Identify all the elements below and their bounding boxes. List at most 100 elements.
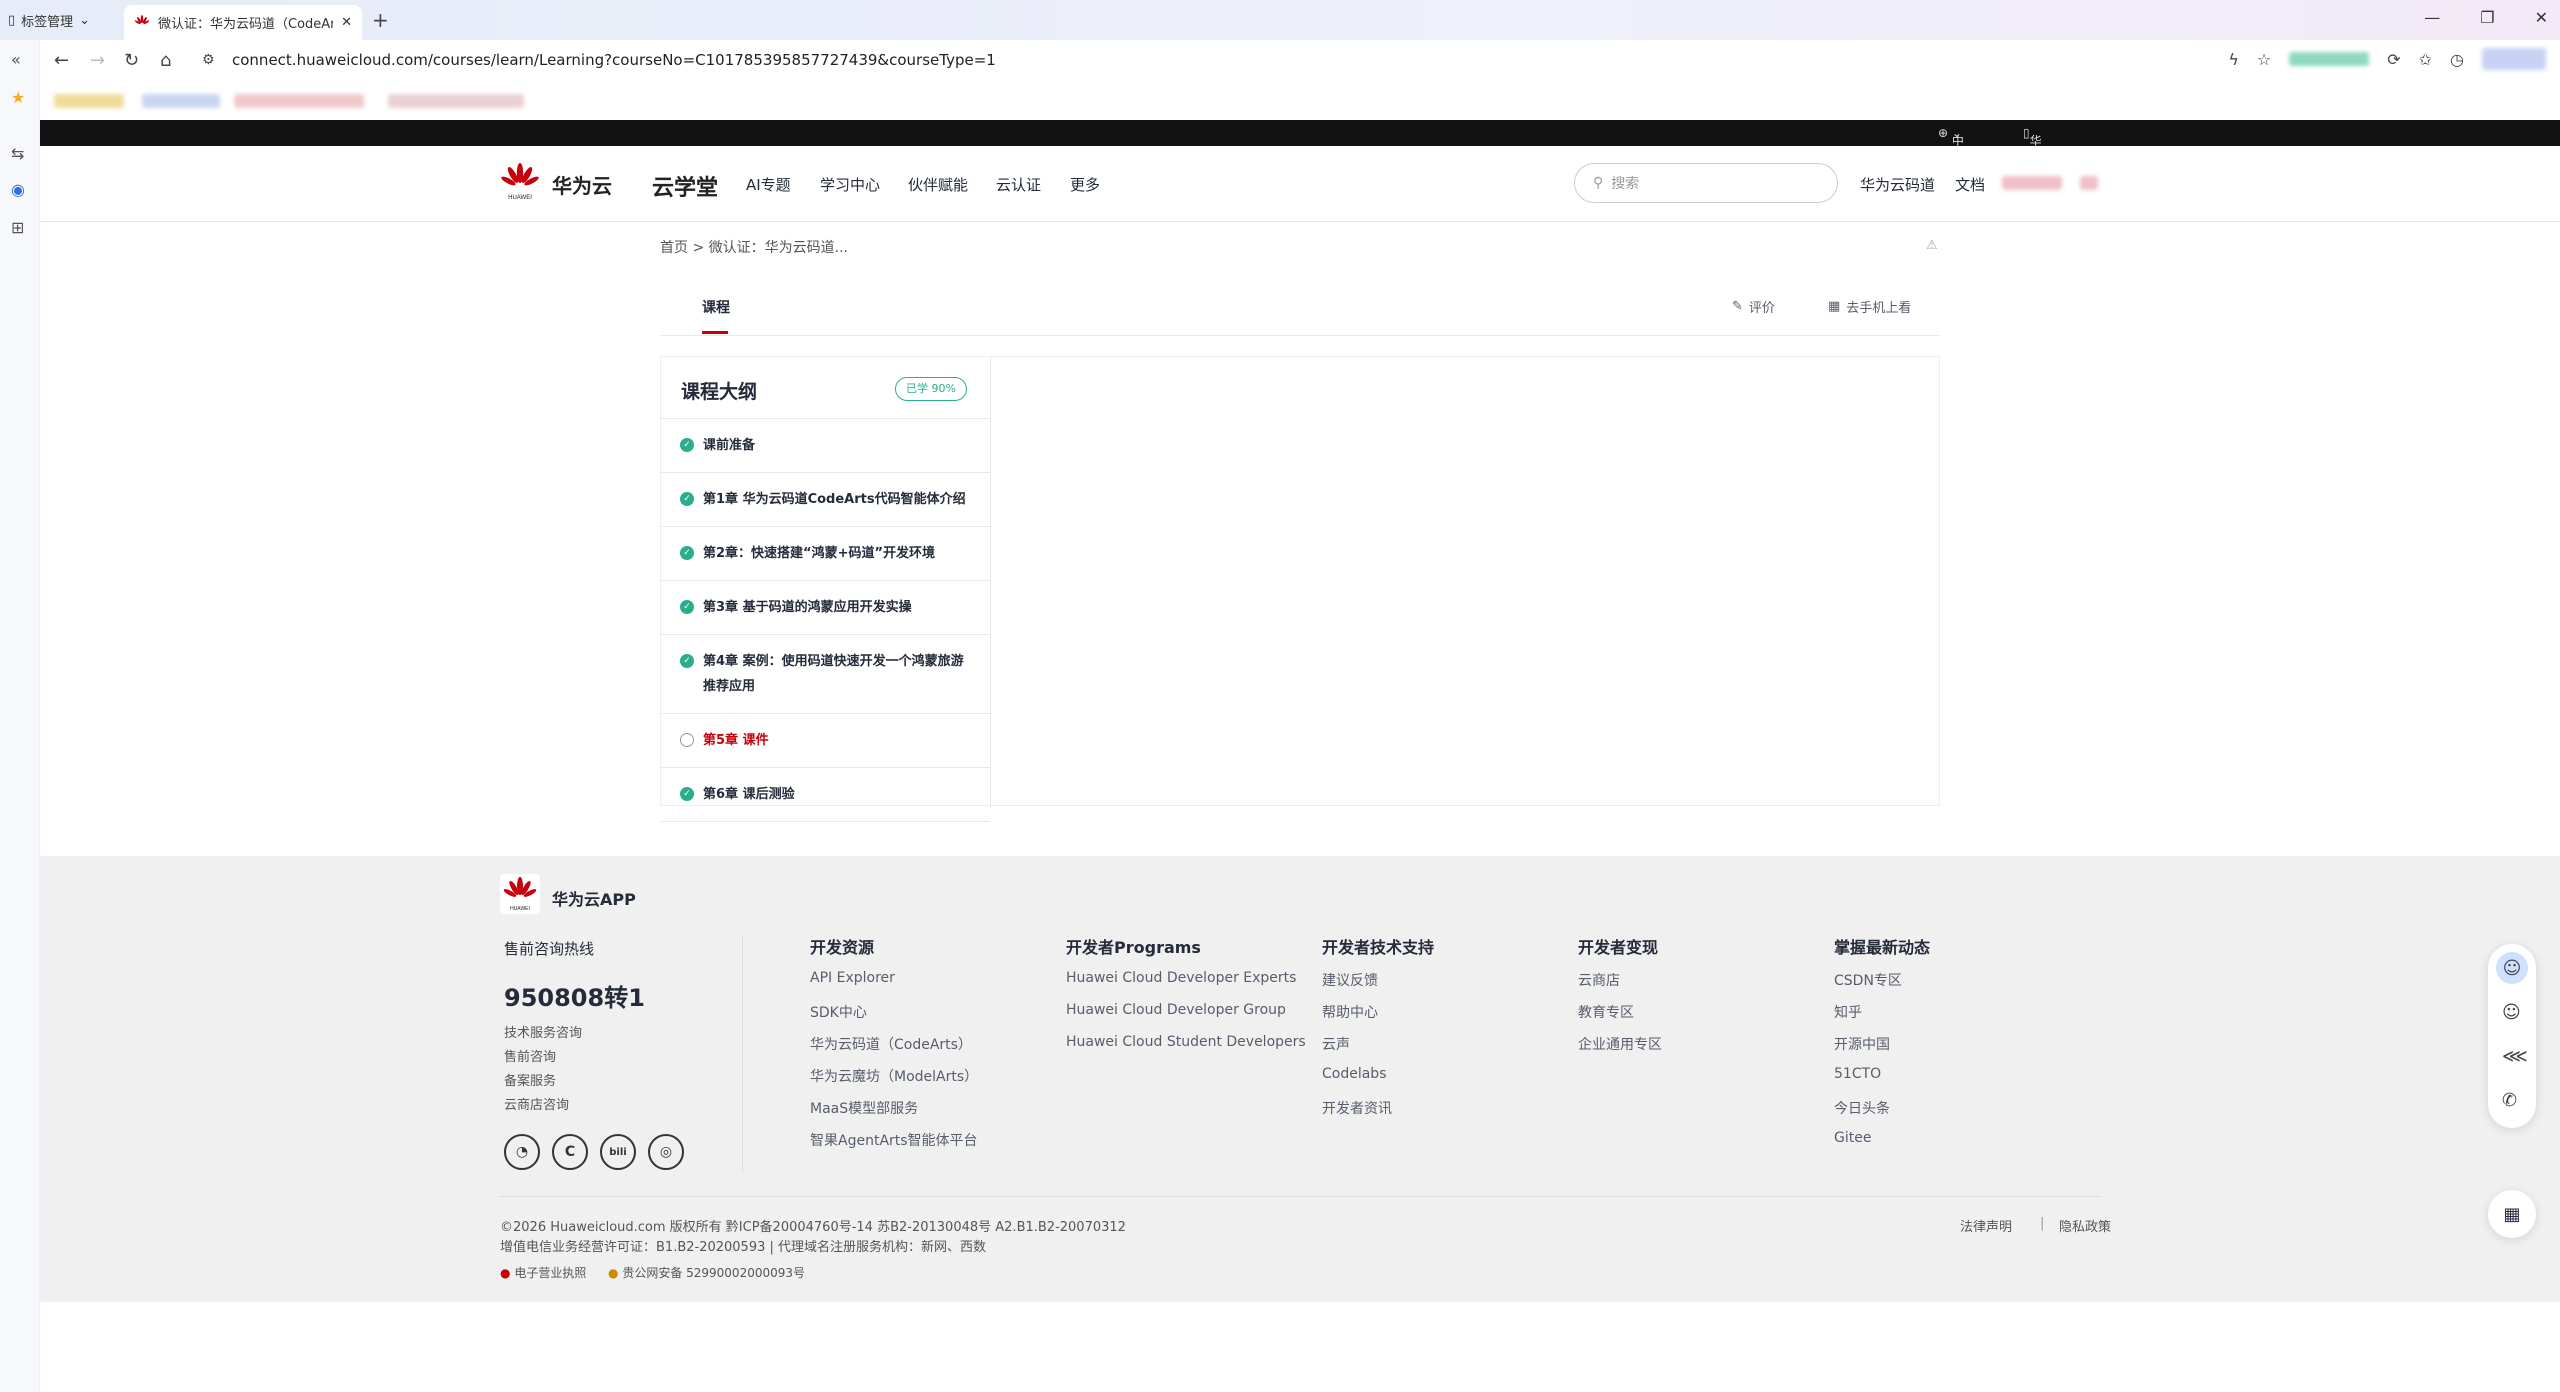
restore-icon[interactable]: ❐ <box>2480 8 2494 27</box>
back-icon[interactable]: ← <box>54 50 69 71</box>
browser-tab-active[interactable]: 微认证：华为云码道（CodeArts） ✕ <box>124 5 362 40</box>
footer-link[interactable]: Huawei Cloud Developer Group <box>1066 1002 1286 1018</box>
history-icon[interactable]: ◷ <box>2450 50 2464 69</box>
close-tab-icon[interactable]: ✕ <box>341 15 352 30</box>
course-panel: 课程大纲 已学 90% ✓ 课前准备 ✓ 第1章 华为云码道CodeArts代码智能体… <box>660 356 1940 822</box>
privacy-link[interactable]: 隐私政策 <box>2059 1216 2111 1235</box>
minimize-icon[interactable]: — <box>2424 8 2440 27</box>
favorites-icon[interactable]: ✩ <box>2419 50 2432 69</box>
tab-manager-button[interactable]: ▯ 标签管理 ⌄ <box>8 9 90 31</box>
view-on-mobile-button[interactable]: ▦ 去手机上看 <box>1828 297 1911 316</box>
footer-link[interactable]: 智果AgentArts智能体平台 <box>810 1130 978 1150</box>
smile-icon[interactable]: ☺ <box>2502 1002 2521 1023</box>
search-input[interactable]: ⚲ 搜索 <box>1574 163 1838 203</box>
police-record-badge[interactable]: ● 贵公网安备 52990002000093号 <box>608 1264 805 1281</box>
check-circle-icon: ✓ <box>680 600 694 614</box>
weibo-icon[interactable]: ◎ <box>648 1134 684 1170</box>
profile-avatar[interactable] <box>2482 48 2546 70</box>
footer-link[interactable]: 知乎 <box>1834 1002 1862 1022</box>
tab-course[interactable]: 课程 <box>702 297 730 317</box>
chapter-item[interactable]: ✓ 第2章：快速搭建“鸿蒙+码道”开发环境 <box>661 527 990 581</box>
chapter-item[interactable]: ✓ 第1章 华为云码道CodeArts代码智能体介绍 <box>661 473 990 527</box>
legal-link[interactable]: 法律声明 <box>1960 1216 2012 1235</box>
footer-link[interactable]: CSDN专区 <box>1834 970 1902 990</box>
extension-icon[interactable] <box>2289 52 2370 66</box>
nav-more[interactable]: 更多 <box>1070 174 1100 195</box>
lightning-icon[interactable]: ϟ <box>2228 50 2239 69</box>
csdn-icon[interactable]: C <box>552 1134 588 1170</box>
swap-icon[interactable]: ⇆ <box>11 144 24 163</box>
contact-link[interactable]: 售前咨询 <box>504 1046 556 1065</box>
region-switch[interactable]: ⊕ 中国站 ⌄ <box>1938 126 1964 182</box>
bookmark-item[interactable] <box>388 94 524 108</box>
brand-name[interactable]: 华为云 <box>552 170 612 199</box>
nav-learning[interactable]: 学习中心 <box>820 174 880 195</box>
footer-link[interactable]: 云商店 <box>1578 970 1620 990</box>
footer-link[interactable]: 帮助中心 <box>1322 1002 1378 1022</box>
phone-icon[interactable]: ✆ <box>2502 1090 2517 1111</box>
footer-link[interactable]: 开源中国 <box>1834 1034 1890 1054</box>
footer-link[interactable]: 企业通用专区 <box>1578 1034 1662 1054</box>
report-icon[interactable]: ⚠ <box>1926 238 1938 253</box>
footer-link[interactable]: 今日头条 <box>1834 1098 1890 1118</box>
wechat-icon[interactable]: ◔ <box>504 1134 540 1170</box>
forward-icon[interactable]: → <box>90 50 105 71</box>
chapter-item[interactable]: ✓ 第4章 案例：使用码道快速开发一个鸿蒙旅游推荐应用 <box>661 635 990 714</box>
nav-certification[interactable]: 云认证 <box>996 174 1041 195</box>
review-button[interactable]: ✎ 评价 <box>1732 297 1775 316</box>
chapter-item[interactable]: ✓ 第3章 基于码道的鸿蒙应用开发实操 <box>661 581 990 635</box>
footer-link[interactable]: 华为云魔坊（ModelArts） <box>810 1066 978 1086</box>
new-tab-button[interactable]: + <box>372 8 389 32</box>
bilibili-icon[interactable]: bili <box>600 1134 636 1170</box>
user-menu[interactable] <box>2080 176 2098 190</box>
sidebar-toggle-icon[interactable]: ▯ <box>8 13 15 28</box>
copilot-icon[interactable]: ◉ <box>11 180 25 199</box>
contact-link[interactable]: 备案服务 <box>504 1070 556 1089</box>
footer-link[interactable]: 51CTO <box>1834 1066 1881 1082</box>
reload-icon[interactable]: ↻ <box>124 50 139 71</box>
footer-link[interactable]: Gitee <box>1834 1130 1871 1146</box>
footer-link[interactable]: 华为云码道（CodeArts） <box>810 1034 972 1054</box>
close-window-icon[interactable]: ✕ <box>2535 8 2548 27</box>
nav-partner[interactable]: 伙伴赋能 <box>908 174 968 195</box>
footer-link[interactable]: SDK中心 <box>810 1002 867 1022</box>
nav-ai[interactable]: AI专题 <box>746 174 791 195</box>
business-license-badge[interactable]: ● 电子营业执照 <box>500 1264 586 1281</box>
contact-link[interactable]: 云商店咨询 <box>504 1094 569 1113</box>
chapter-item[interactable]: ✓ 第6章 课后测验 <box>661 768 990 822</box>
chapter-item[interactable]: ✓ 课前准备 <box>661 419 990 473</box>
site-info-icon[interactable]: ⚙ <box>202 52 215 68</box>
footer-link[interactable]: 建议反馈 <box>1322 970 1378 990</box>
footer-link[interactable]: API Explorer <box>810 970 895 986</box>
bookmark-star-icon[interactable]: ☆ <box>2257 50 2271 69</box>
footer-app-label[interactable]: 华为云APP <box>552 886 636 910</box>
bookmark-item[interactable] <box>54 94 124 108</box>
footer-link[interactable]: 云声 <box>1322 1034 1350 1054</box>
footer-link[interactable]: Huawei Cloud Developer Experts <box>1066 970 1296 986</box>
favorites-star-icon[interactable]: ★ <box>11 88 25 107</box>
add-panel-icon[interactable]: ⊞ <box>11 218 24 237</box>
footer-link[interactable]: 开发者资讯 <box>1322 1098 1392 1118</box>
share-icon[interactable]: ⋘ <box>2502 1046 2528 1067</box>
breadcrumb[interactable]: 首页 > 微认证：华为云码道... <box>660 237 848 257</box>
chapter-item[interactable]: 第5章 课件 <box>661 714 990 768</box>
home-icon[interactable]: ⌂ <box>160 50 171 71</box>
docs-link[interactable]: 文档 <box>1955 174 1985 195</box>
qrcode-button[interactable]: ▦ <box>2488 1190 2536 1238</box>
contact-link[interactable]: 技术服务咨询 <box>504 1022 582 1041</box>
url-input[interactable]: connect.huaweicloud.com/courses/learn/Le… <box>232 51 996 69</box>
assistant-avatar-icon[interactable]: ☺ <box>2496 952 2528 984</box>
app-download-link[interactable]: ▯ 华为云App <box>2023 126 2053 197</box>
footer-link[interactable]: 教育专区 <box>1578 1002 1634 1022</box>
codearts-link[interactable]: 华为云码道 <box>1860 174 1935 195</box>
bookmark-item[interactable] <box>142 94 220 108</box>
huawei-logo-icon[interactable]: HUAWEI <box>500 162 540 202</box>
collapse-icon[interactable]: « <box>11 50 21 69</box>
bookmark-item[interactable] <box>234 94 364 108</box>
sync-icon[interactable]: ⟳ <box>2387 50 2400 69</box>
user-account[interactable] <box>2002 176 2062 190</box>
footer-link[interactable]: Huawei Cloud Student Developers <box>1066 1034 1306 1050</box>
footer-link[interactable]: MaaS模型部服务 <box>810 1098 918 1118</box>
section-title[interactable]: 云学堂 <box>652 170 718 202</box>
footer-link[interactable]: Codelabs <box>1322 1066 1387 1082</box>
